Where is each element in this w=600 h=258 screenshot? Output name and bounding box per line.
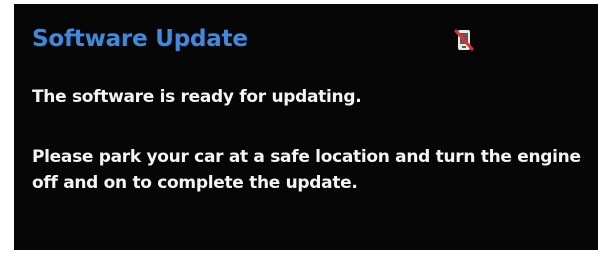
page-title: Software Update [32,26,248,52]
instruction-message: Please park your car at a safe location … [32,147,581,193]
header: Software Update [14,4,598,72]
software-update-screen: Software Update The software is ready fo… [14,4,598,250]
ready-message: The software is ready for updating. [32,87,362,107]
phone-disconnected-icon [454,28,474,52]
